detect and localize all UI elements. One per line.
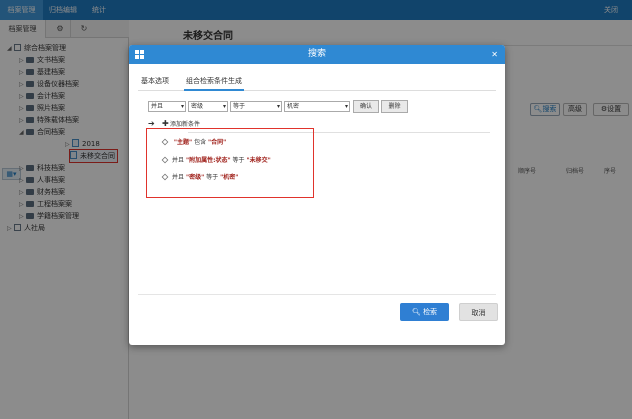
dialog-title: 搜索 — [307, 49, 326, 59]
condition-item[interactable]: "主题" 包含 "合同" — [161, 138, 227, 148]
conditions-list: "主题" 包含 "合同" 并且 "附加属性:状态" 等于 "未移交" 并且 "密… — [146, 128, 314, 198]
operator-select[interactable]: 等于 — [230, 101, 282, 112]
cancel-button[interactable]: 取消 — [459, 303, 498, 321]
cube-icon — [161, 138, 169, 146]
condition-item[interactable]: 并且 "附加属性:状态" 等于 "未移交" — [161, 156, 271, 166]
condition-value: "未移交" — [246, 157, 271, 164]
cube-icon — [161, 156, 169, 164]
condition-operator: 等于 — [206, 174, 219, 181]
field-select[interactable]: 密级 — [188, 101, 228, 112]
search-button-label: 检索 — [423, 308, 438, 316]
condition-field: "附加属性:状态" — [185, 157, 231, 164]
search-button[interactable]: 🔍︎ 检索 — [400, 303, 449, 321]
add-condition-label: 添加新条件 — [170, 121, 201, 128]
tab-combined-conditions[interactable]: 组合检索条件生成 — [184, 76, 244, 91]
search-icon: 🔍︎ — [411, 308, 424, 316]
logic-select[interactable]: 并且 — [148, 101, 186, 112]
divider — [138, 294, 496, 295]
condition-prefix: 并且 — [172, 157, 185, 164]
tab-basic-options[interactable]: 基本选项 — [141, 76, 169, 91]
close-icon[interactable]: ✕ — [491, 45, 498, 64]
condition-operator: 等于 — [232, 157, 245, 164]
dialog-tabs: 基本选项 组合检索条件生成 — [138, 76, 496, 91]
condition-operator: 包含 — [194, 139, 207, 146]
cube-icon — [161, 173, 169, 181]
value-select[interactable]: 机密 — [284, 101, 350, 112]
search-dialog: 搜索 ✕ 基本选项 组合检索条件生成 并且 密级 等于 机密 确认 删除 ➔✚添… — [129, 45, 505, 345]
condition-item[interactable]: 并且 "密级" 等于 "机密" — [161, 173, 239, 183]
condition-prefix: 并且 — [172, 174, 185, 181]
delete-button[interactable]: 删除 — [381, 100, 408, 113]
condition-value: "机密" — [220, 174, 239, 181]
dialog-header: 搜索 ✕ — [129, 45, 505, 64]
condition-value: "合同" — [208, 139, 227, 146]
condition-field: "密级" — [185, 174, 205, 181]
condition-field: "主题" — [173, 139, 193, 146]
confirm-button[interactable]: 确认 — [353, 100, 379, 113]
